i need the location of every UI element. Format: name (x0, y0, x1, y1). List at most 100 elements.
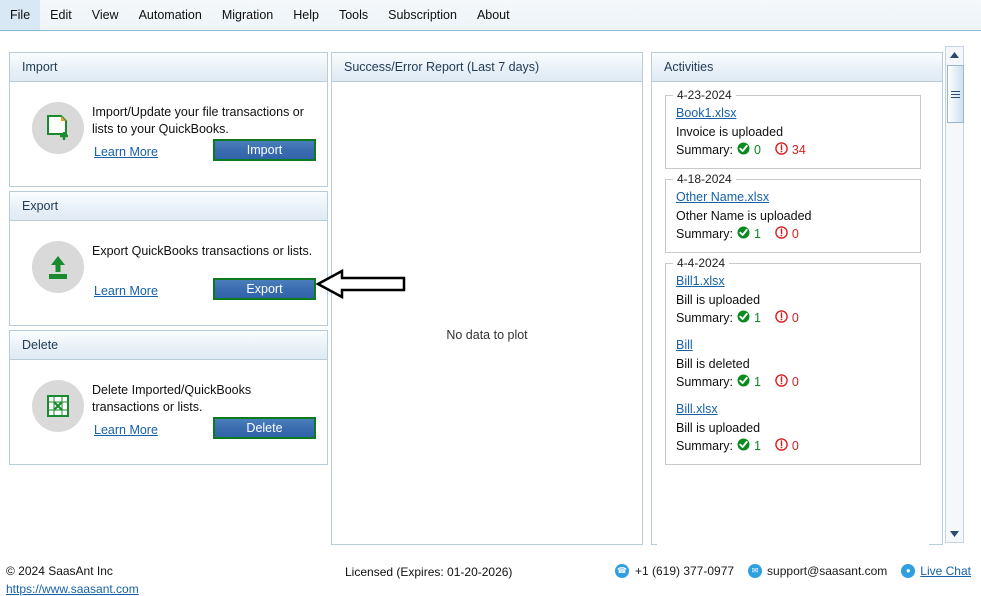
check-circle-icon (737, 310, 750, 326)
menu-bar: File Edit View Automation Migration Help… (0, 0, 981, 31)
activities-panel-title: Activities (652, 53, 942, 82)
activity-description: Bill is uploaded (676, 421, 761, 435)
import-button[interactable]: Import (213, 139, 316, 161)
menu-item-tools[interactable]: Tools (329, 0, 378, 30)
vertical-scrollbar[interactable] (945, 46, 964, 543)
copyright-text: © 2024 SaasAnt Inc (6, 564, 113, 578)
activity-summary: Summary: 1 0 (676, 438, 910, 454)
report-panel-title: Success/Error Report (Last 7 days) (332, 53, 642, 82)
menu-item-help[interactable]: Help (283, 0, 329, 30)
activities-list[interactable]: 4-23-2024 Book1.xlsx Invoice is uploaded Su… (657, 87, 929, 564)
check-circle-icon (737, 438, 750, 454)
success-value: 1 (753, 375, 761, 389)
activity-entry: Book1.xlsx Invoice is uploaded Summary: 0 34 (676, 106, 910, 158)
import-panel-title: Import (10, 53, 327, 82)
menu-item-file[interactable]: File (0, 0, 41, 30)
activity-entry: Bill1.xlsx Bill is uploaded Summary: 1 0 (676, 274, 910, 326)
summary-label: Summary: (676, 375, 733, 389)
summary-label: Summary: (676, 311, 733, 325)
license-status: Licensed (Expires: 01-20-2026) (345, 565, 513, 579)
activity-entry: Bill Bill is deleted Summary: 1 0 (676, 338, 910, 390)
document-plus-icon (32, 102, 84, 154)
import-description: Import/Update your file transactions or … (92, 105, 304, 136)
error-value: 0 (791, 375, 799, 389)
activity-description: Bill is deleted (676, 357, 750, 371)
activity-file-link[interactable]: Book1.xlsx (676, 106, 736, 120)
delete-button[interactable]: Delete (213, 417, 316, 439)
success-count: 1 (737, 438, 761, 454)
error-value: 0 (791, 311, 799, 325)
activity-summary: Summary: 1 0 (676, 226, 910, 242)
delete-description: Delete Imported/QuickBooks transactions … (92, 383, 252, 414)
error-value: 0 (791, 439, 799, 453)
exclamation-circle-icon (775, 310, 788, 326)
success-value: 1 (753, 311, 761, 325)
activity-description: Other Name is uploaded (676, 209, 812, 223)
website-link[interactable]: https://www.saasant.com (6, 582, 139, 596)
footer-bar: © 2024 SaasAnt Inc https://www.saasant.c… (0, 556, 981, 596)
activity-group: 4-18-2024 Other Name.xlsx Other Name is up… (665, 172, 921, 253)
import-panel: Import Import/Update your file transacti… (9, 52, 328, 187)
menu-item-about[interactable]: About (467, 0, 520, 30)
activity-file-link[interactable]: Bill1.xlsx (676, 274, 725, 288)
activity-group: 4-4-2024 Bill1.xlsx Bill is uploaded Summar… (665, 256, 921, 465)
exclamation-circle-icon (775, 438, 788, 454)
success-count: 1 (737, 310, 761, 326)
report-empty-message: No data to plot (446, 328, 528, 342)
export-panel: Export Export QuickBooks transactions or… (9, 191, 328, 326)
export-description: Export QuickBooks transactions or lists. (92, 244, 313, 258)
contact-info: ☎ +1 (619) 377-0977 ✉ support@saasant.co… (614, 564, 971, 578)
delete-panel: Delete Delete Imported/QuickBooks transa… (9, 330, 328, 465)
exclamation-circle-icon (775, 142, 788, 158)
activity-entry: Bill.xlsx Bill is uploaded Summary: 1 0 (676, 402, 910, 454)
activity-description: Invoice is uploaded (676, 125, 784, 139)
triangle-up-icon[interactable] (946, 47, 963, 63)
export-learn-more-link[interactable]: Learn More (94, 284, 158, 298)
live-chat-link[interactable]: Live Chat (920, 564, 971, 578)
grip-lines-icon (951, 89, 960, 100)
triangle-down-icon[interactable] (946, 526, 963, 542)
activity-file-link[interactable]: Other Name.xlsx (676, 190, 769, 204)
success-value: 1 (753, 439, 761, 453)
activity-group-date: 4-23-2024 (673, 88, 736, 102)
success-value: 1 (753, 227, 761, 241)
activity-summary: Summary: 0 34 (676, 142, 910, 158)
menu-item-edit[interactable]: Edit (40, 0, 82, 30)
export-panel-title: Export (10, 192, 327, 221)
check-circle-icon (737, 226, 750, 242)
delete-panel-title: Delete (10, 331, 327, 360)
check-circle-icon (737, 374, 750, 390)
spreadsheet-x-icon (32, 380, 84, 432)
export-button[interactable]: Export (213, 278, 316, 300)
error-count: 0 (775, 226, 799, 242)
activity-summary: Summary: 1 0 (676, 374, 910, 390)
phone-number: +1 (619) 377-0977 (634, 564, 735, 578)
exclamation-circle-icon (775, 374, 788, 390)
activity-file-link[interactable]: Bill.xlsx (676, 402, 718, 416)
activity-entry: Other Name.xlsx Other Name is uploaded Sum… (676, 190, 910, 242)
exclamation-circle-icon (775, 226, 788, 242)
left-arrow-annotation (315, 268, 406, 300)
activity-description: Bill is uploaded (676, 293, 761, 307)
upload-arrow-icon (32, 241, 84, 293)
activity-group-date: 4-18-2024 (673, 172, 736, 186)
activity-group-date: 4-4-2024 (673, 256, 730, 270)
phone-icon: ☎ (614, 564, 629, 578)
chat-bubble-icon: ● (901, 564, 916, 578)
support-email: support@saasant.com (767, 564, 888, 578)
menu-item-automation[interactable]: Automation (129, 0, 212, 30)
error-count: 0 (775, 438, 799, 454)
error-value: 34 (791, 143, 806, 157)
error-count: 0 (775, 310, 799, 326)
import-learn-more-link[interactable]: Learn More (94, 145, 158, 159)
scrollbar-thumb[interactable] (947, 65, 964, 123)
menu-item-subscription[interactable]: Subscription (378, 0, 467, 30)
success-count: 0 (737, 142, 761, 158)
menu-item-migration[interactable]: Migration (212, 0, 283, 30)
activity-summary: Summary: 1 0 (676, 310, 910, 326)
menu-item-view[interactable]: View (82, 0, 129, 30)
delete-learn-more-link[interactable]: Learn More (94, 423, 158, 437)
summary-label: Summary: (676, 227, 733, 241)
success-count: 1 (737, 374, 761, 390)
activity-file-link[interactable]: Bill (676, 338, 693, 352)
